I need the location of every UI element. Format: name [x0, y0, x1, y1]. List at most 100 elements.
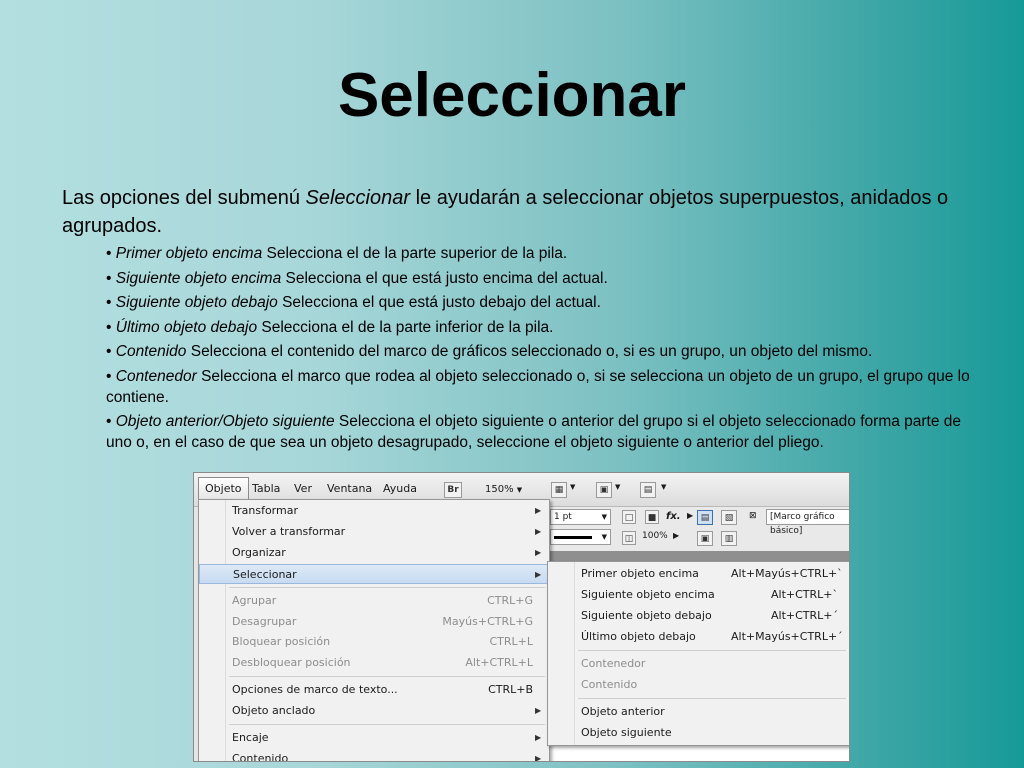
menu-item-label: Contenido	[581, 678, 638, 691]
bullet-item: • Último objeto debajo Selecciona el de …	[106, 317, 986, 338]
menu-item-shortcut: Alt+CTRL+´	[771, 609, 838, 622]
bullet-char: •	[106, 318, 112, 336]
menu-item-label: Desagrupar	[232, 615, 297, 628]
bullet-item: • Contenedor Selecciona el marco que rod…	[106, 366, 986, 408]
seleccionar-submenu: Primer objeto encima Alt+Mayús+CTRL+` Sig…	[547, 561, 849, 746]
menu-item-shortcut: CTRL+G	[487, 594, 533, 607]
menu-item-shortcut: Mayús+CTRL+G	[442, 615, 533, 628]
text-wrap-icon[interactable]: ▧	[721, 510, 737, 525]
menu-item-shortcut: Alt+CTRL+L	[465, 656, 533, 669]
menu-item-shortcut: Alt+Mayús+CTRL+´	[731, 630, 843, 643]
menu-separator	[229, 587, 545, 588]
menu-item-shortcut: Alt+CTRL+`	[771, 588, 838, 601]
menu-item-objeto-anclado[interactable]: Objeto anclado ▶	[199, 701, 549, 721]
chevron-down-icon: ▼	[615, 483, 621, 491]
menu-item-label: Siguiente objeto encima	[581, 588, 715, 601]
opacity-field[interactable]: 100%	[639, 529, 670, 543]
menu-tabla[interactable]: Tabla	[252, 482, 280, 495]
menu-item-objeto-siguiente[interactable]: Objeto siguiente	[548, 723, 849, 743]
bullet-text: Selecciona el que está justo encima del …	[281, 269, 608, 287]
chevron-down-icon: ▼	[601, 513, 607, 521]
menu-item-label: Volver a transformar	[232, 525, 346, 538]
bullet-term: Último objeto debajo	[115, 318, 258, 336]
bullet-term: Siguiente objeto debajo	[115, 294, 278, 311]
menu-item-transformar[interactable]: Transformar ▶	[199, 501, 549, 521]
menu-item-label: Objeto anclado	[232, 704, 316, 717]
zoom-value: 150%	[485, 484, 514, 495]
menu-item-volver-a-transformar[interactable]: Volver a transformar ▶	[199, 522, 549, 542]
submenu-arrow-icon: ▶	[535, 733, 542, 742]
stroke-weight-field[interactable]: 1 pt ▼	[550, 509, 611, 525]
menu-ventana[interactable]: Ventana	[327, 482, 372, 495]
menu-separator	[229, 724, 545, 725]
bullet-item: • Contenido Selecciona el contenido del …	[106, 341, 986, 362]
menu-item-label: Contenedor	[581, 657, 646, 670]
chevron-down-icon: ▼	[570, 483, 576, 491]
bullet-char: •	[106, 294, 112, 311]
bullet-term: Objeto anterior/Objeto siguiente	[115, 413, 335, 430]
bullet-char: •	[106, 413, 112, 430]
bullet-char: •	[106, 367, 112, 385]
effects-icon[interactable]: fx.	[666, 511, 681, 522]
menu-item-ultimo-objeto-debajo[interactable]: Último objeto debajo Alt+Mayús+CTRL+´	[548, 627, 849, 647]
bullet-char: •	[106, 343, 112, 360]
menu-separator	[229, 676, 545, 677]
chevron-down-icon: ▼	[516, 486, 523, 494]
arrange-docs-icon[interactable]: ▤	[640, 482, 656, 498]
screen-mode-icon[interactable]: ▣	[596, 482, 612, 498]
submenu-arrow-icon: ▶	[535, 527, 542, 536]
fit-frame-icon[interactable]: ▣	[697, 531, 713, 546]
menu-ayuda[interactable]: Ayuda	[383, 482, 417, 495]
menu-item-desbloquear-posicion[interactable]: Desbloquear posición Alt+CTRL+L	[199, 653, 549, 673]
chevron-down-icon: ▼	[661, 483, 667, 491]
menu-item-siguiente-objeto-debajo[interactable]: Siguiente objeto debajo Alt+CTRL+´	[548, 606, 849, 626]
menu-item-primer-objeto-encima[interactable]: Primer objeto encima Alt+Mayús+CTRL+`	[548, 564, 849, 584]
menu-item-opciones-marco-texto[interactable]: Opciones de marco de texto... CTRL+B	[199, 680, 549, 700]
menu-item-agrupar[interactable]: Agrupar CTRL+G	[199, 591, 549, 611]
zoom-level[interactable]: 150% ▼	[485, 484, 522, 495]
menu-item-label: Agrupar	[232, 594, 277, 607]
menu-item-label: Desbloquear posición	[232, 656, 351, 669]
menu-item-label: Primer objeto encima	[581, 567, 699, 580]
menu-item-siguiente-objeto-encima[interactable]: Siguiente objeto encima Alt+CTRL+`	[548, 585, 849, 605]
menu-item-objeto-anterior[interactable]: Objeto anterior	[548, 702, 849, 722]
intro-paragraph: Las opciones del submenú Seleccionar le …	[62, 184, 982, 240]
drop-shadow-icon[interactable]: □	[622, 510, 636, 524]
bullet-item: • Siguiente objeto encima Selecciona el …	[106, 268, 986, 289]
bullet-text: Selecciona el marco que rodea al objeto …	[106, 367, 970, 406]
frame-options-icon[interactable]: ▥	[721, 531, 737, 546]
menu-ver[interactable]: Ver	[294, 482, 312, 495]
menu-item-label: Objeto anterior	[581, 705, 665, 718]
menu-item-label: Contenido	[232, 752, 289, 762]
stroke-type-field[interactable]: ▼	[550, 529, 611, 545]
chevron-down-icon: ▼	[601, 533, 607, 541]
menu-item-contenido[interactable]: Contenido ▶	[199, 749, 549, 762]
menu-item-desagrupar[interactable]: Desagrupar Mayús+CTRL+G	[199, 612, 549, 632]
chevron-right-icon: ▶	[673, 531, 680, 540]
view-options-icon[interactable]: ▦	[551, 482, 567, 498]
menu-item-contenedor[interactable]: Contenedor	[548, 654, 849, 674]
menu-item-contenido-sub[interactable]: Contenido	[548, 675, 849, 695]
intro-text-pre: Las opciones del submenú	[62, 187, 306, 209]
menu-objeto[interactable]: Objeto	[198, 477, 249, 500]
opacity-icon: ◫	[622, 531, 636, 545]
shadow-toggle-icon[interactable]: ■	[645, 510, 659, 524]
object-style-field[interactable]: [Marco gráfico básico]	[766, 509, 849, 536]
menu-item-organizar[interactable]: Organizar ▶	[199, 543, 549, 563]
bullet-text: Selecciona el de la parte superior de la…	[262, 245, 568, 262]
object-style-icon[interactable]: ⊠	[749, 511, 757, 521]
menu-item-label: Siguiente objeto debajo	[581, 609, 712, 622]
menu-item-label: Objeto siguiente	[581, 726, 672, 739]
menu-item-encaje[interactable]: Encaje ▶	[199, 728, 549, 748]
submenu-arrow-icon: ▶	[535, 506, 542, 515]
bullet-text: Selecciona el de la parte inferior de la…	[257, 318, 554, 336]
bridge-button[interactable]: Br	[444, 482, 462, 498]
menu-item-label: Último objeto debajo	[581, 630, 696, 643]
menu-item-bloquear-posicion[interactable]: Bloquear posición CTRL+L	[199, 632, 549, 652]
menu-item-seleccionar[interactable]: Seleccionar ▶	[199, 564, 549, 584]
bullet-term: Contenido	[115, 343, 187, 360]
menu-separator	[578, 698, 846, 699]
align-text-frame-icon[interactable]: ▤	[697, 510, 713, 525]
bullet-char: •	[106, 269, 112, 287]
menu-separator	[578, 650, 846, 651]
